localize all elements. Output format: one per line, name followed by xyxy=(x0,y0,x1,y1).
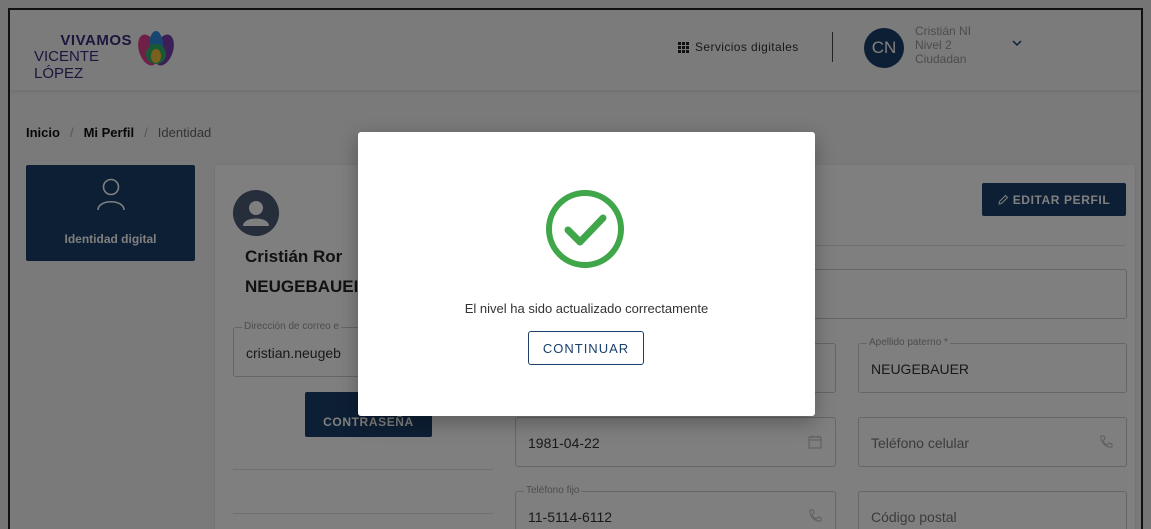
success-message: El nivel ha sido actualizado correctamen… xyxy=(464,301,709,316)
success-check-icon xyxy=(546,190,624,268)
modal-backdrop[interactable]: El nivel ha sido actualizado correctamen… xyxy=(0,0,1151,529)
success-dialog: El nivel ha sido actualizado correctamen… xyxy=(358,132,815,416)
continue-button[interactable]: CONTINUAR xyxy=(528,331,644,365)
